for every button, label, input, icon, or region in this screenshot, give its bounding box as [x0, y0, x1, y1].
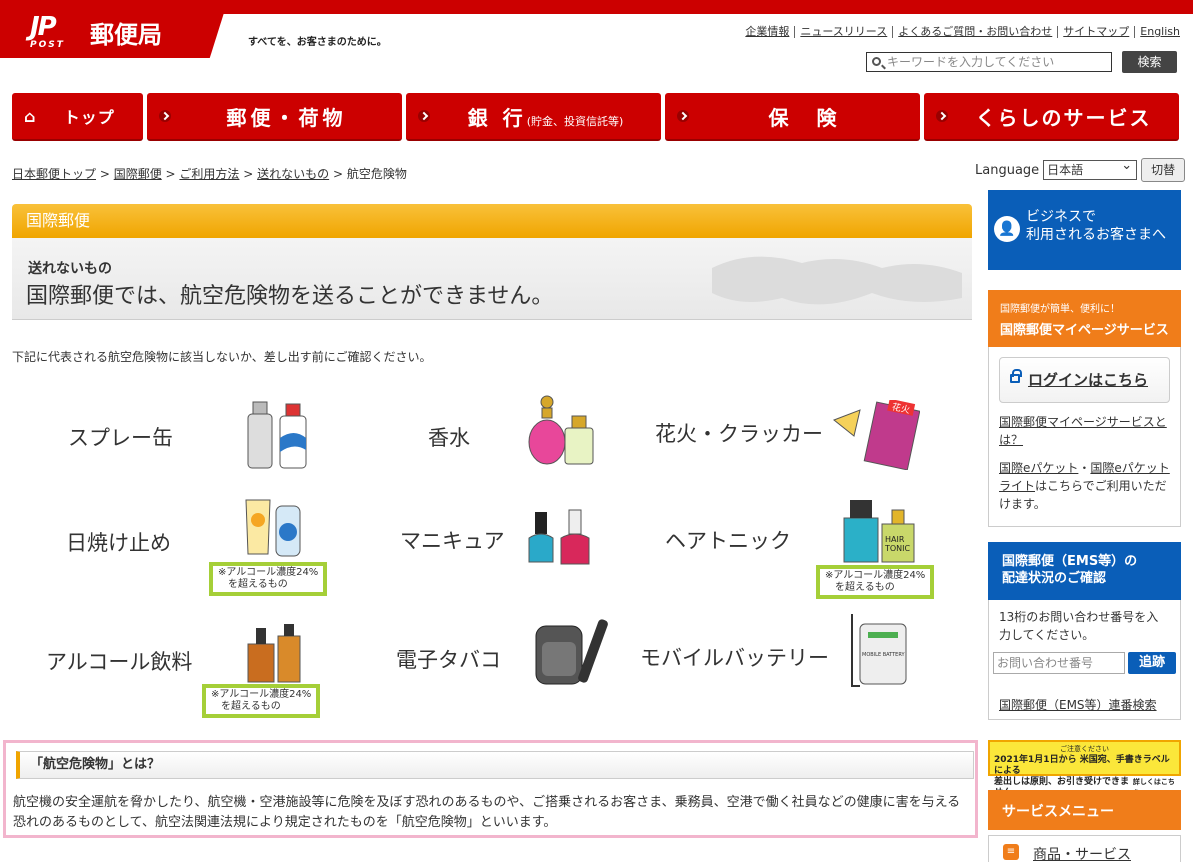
tracking-number-input[interactable]: お問い合わせ番号 [993, 652, 1125, 674]
util-link-sitemap[interactable]: サイトマップ [1057, 26, 1134, 38]
service-item-products[interactable]: ≡ 商品・サービス [988, 835, 1181, 863]
nav-bank[interactable]: 銀 行(貯金、投資信託等) [406, 93, 661, 141]
item-e-cigarette: 電子タバコ [396, 648, 501, 672]
perfume-icon [528, 395, 594, 465]
e-cigarette-icon [535, 619, 608, 685]
fireworks-icon: 花火 [833, 400, 920, 470]
lead-subtitle: 送れないもの [28, 261, 112, 277]
search-input[interactable]: キーワードを入力してください [866, 52, 1112, 72]
alcohol-bottle-icon [247, 624, 301, 683]
nav-bank-sub: (貯金、投資信託等) [526, 114, 624, 128]
item-mobile-battery: モバイルバッテリー [640, 646, 829, 670]
chevron-right-icon [677, 110, 689, 122]
breadcrumb-link[interactable]: 国際郵便 [114, 167, 162, 181]
service-menu-title: サービスメニュー [988, 790, 1181, 830]
spray-can-icon [247, 401, 307, 469]
util-link-company[interactable]: 企業情報 [740, 26, 794, 38]
item-spray-can: スプレー缶 [68, 426, 173, 450]
lead-box: 送れないもの 国際郵便では、航空危険物を送ることができません。 [12, 238, 972, 320]
nail-polish-icon [528, 509, 590, 565]
ems-description: 13桁のお問い合わせ番号を入力してください。 [999, 610, 1159, 642]
item-alcohol: アルコール飲料 [46, 650, 193, 674]
epacket-link[interactable]: 国際eパケット [999, 461, 1078, 475]
breadcrumb-link[interactable]: ご利用方法 [179, 167, 239, 181]
nav-life[interactable]: くらしのサービス [924, 93, 1179, 141]
tagline: すべてを、お客さまのために。 [248, 37, 387, 48]
mypage-about-link[interactable]: 国際郵便マイページサービスとは？ [999, 415, 1167, 447]
business-label: ビジネスで 利用されるお客さまへ [1026, 209, 1166, 243]
lock-icon [1010, 369, 1022, 383]
search-button[interactable]: 検索 [1122, 51, 1177, 73]
item-fireworks: 花火・クラッカー [655, 422, 823, 446]
ems-tracking-title: 国際郵便（EMS等）の 配達状況のご確認 [988, 542, 1181, 600]
world-map-decoration [712, 256, 962, 305]
user-icon: 👤 [994, 216, 1020, 242]
language-select[interactable]: 日本語 [1043, 157, 1138, 180]
language-switch-button[interactable]: 切替 [1141, 158, 1186, 182]
alcohol-note: ※アルコール濃度24% を超えるもの [816, 565, 935, 599]
list-icon: ≡ [1003, 844, 1019, 860]
item-nail-polish: マニキュア [400, 529, 505, 553]
mypage-panel: ログインはこちら 国際郵便マイページサービスとは？ 国際eパケット・国際eパケッ… [988, 347, 1181, 527]
utility-links: 企業情報 ニュースリリース よくあるご質問・お問い合わせ サイトマップ Engl… [740, 26, 1185, 38]
mypage-header: 国際郵便が簡単、便利に！ 国際郵便マイページサービス [988, 290, 1181, 347]
intro-text: 下記に代表される航空危険物に該当しないか、差し出す前にご確認ください。 [12, 350, 432, 364]
logo-post-text: POST [30, 40, 65, 50]
sunscreen-icon [245, 499, 301, 557]
nav-top-label: トップ [63, 108, 115, 127]
breadcrumb-current: 航空危険物 [346, 167, 407, 181]
breadcrumb: 日本郵便トップ > 国際郵便 > ご利用方法 > 送れないもの > 航空危険物 [12, 167, 407, 181]
nav-insurance-label: 保 険 [768, 105, 841, 130]
ems-serial-search-link[interactable]: 国際郵便（EMS等）連番検索 [999, 696, 1157, 714]
mypage-subtitle: 国際郵便が簡単、便利に！ [1000, 304, 1120, 315]
banner-line: 2021年1月1日から 米国宛、手書きラベル による [994, 755, 1170, 776]
chevron-right-icon [936, 110, 948, 122]
home-icon: ⌂ [24, 106, 36, 126]
nav-mail-label: 郵便・荷物 [226, 105, 347, 130]
item-sunscreen: 日焼け止め [66, 531, 171, 555]
nav-mail[interactable]: 郵便・荷物 [147, 93, 402, 141]
item-hair-tonic: ヘアトニック [665, 529, 791, 553]
lead-headline: 国際郵便では、航空危険物を送ることができません。 [26, 284, 554, 309]
service-item-label: 商品・サービス [1033, 847, 1131, 863]
business-customers-link[interactable]: 👤 ビジネスで 利用されるお客さまへ [988, 190, 1181, 270]
alcohol-note: ※アルコール濃度24% を超えるもの [209, 562, 328, 596]
language-label: Language [975, 162, 1040, 178]
definition-title: 「航空危険物」とは？ [16, 751, 974, 779]
us-label-notice-banner[interactable]: ご注意ください 2021年1月1日から 米国宛、手書きラベル による 差出しは原… [988, 740, 1181, 798]
item-perfume: 香水 [428, 426, 470, 450]
nav-top[interactable]: ⌂ トップ [12, 93, 143, 141]
battery-tag: MOBILE BATTERY [862, 652, 905, 658]
mobile-battery-icon: MOBILE BATTERY [851, 614, 907, 687]
logo[interactable]: JP POST 郵便局 [0, 0, 228, 58]
nav-life-label: くらしのサービス [975, 105, 1152, 130]
nav-bank-label: 銀 行 [467, 105, 527, 130]
nav-insurance[interactable]: 保 険 [665, 93, 920, 141]
search-placeholder: キーワードを入力してください [887, 55, 1055, 69]
hair-tonic-icon: HAIR TONIC [843, 500, 915, 563]
util-link-news[interactable]: ニュースリリース [794, 26, 892, 38]
epacket-separator: ・ [1078, 461, 1091, 475]
chevron-right-icon [418, 110, 430, 122]
banner-caution: ご注意ください [1060, 745, 1109, 753]
definition-box: 「航空危険物」とは？ 航空機の安全運航を脅かしたり、航空機・空港施設等に危険を及… [3, 740, 978, 838]
track-button[interactable]: 追跡 [1128, 652, 1176, 674]
ems-tracking-panel: 13桁のお問い合わせ番号を入力してください。 お問い合わせ番号 追跡 国際郵便（… [988, 600, 1181, 720]
util-link-english[interactable]: English [1134, 26, 1185, 38]
language-switcher: Language 日本語 切替 [975, 157, 1186, 182]
breadcrumb-link[interactable]: 日本郵便トップ [12, 167, 96, 181]
search-icon [872, 57, 881, 66]
login-label: ログインはこちら [1028, 371, 1149, 389]
breadcrumb-link[interactable]: 送れないもの [257, 167, 329, 181]
definition-text: 航空機の安全運航を脅かしたり、航空機・空港施設等に危険を及ぼす恐れのあるものや、… [13, 795, 961, 830]
mypage-title: 国際郵便マイページサービス [1000, 323, 1169, 338]
util-link-faq[interactable]: よくあるご質問・お問い合わせ [892, 26, 1057, 38]
jp-post-logo-mark: JP [30, 12, 57, 42]
alcohol-note: ※アルコール濃度24% を超えるもの [202, 684, 321, 718]
login-button[interactable]: ログインはこちら [999, 357, 1170, 403]
logo-name: 郵便局 [90, 21, 162, 49]
chevron-right-icon [159, 110, 171, 122]
section-title: 国際郵便 [12, 204, 972, 238]
